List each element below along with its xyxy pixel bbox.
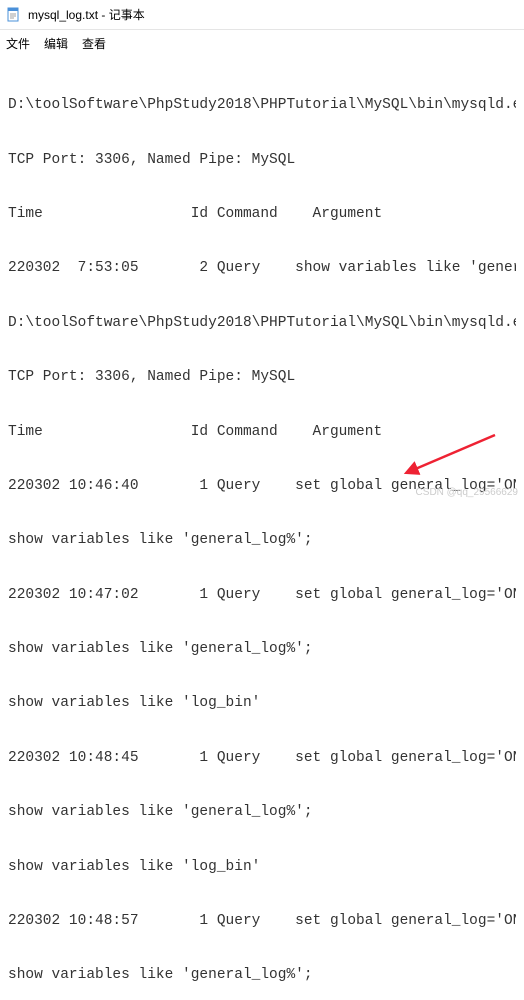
log-line: TCP Port: 3306, Named Pipe: MySQL <box>8 151 516 169</box>
log-line: show variables like 'general_log%'; <box>8 531 516 549</box>
text-content[interactable]: D:\toolSoftware\PhpStudy2018\PHPTutorial… <box>0 56 524 1000</box>
log-line: 220302 10:47:02 1 Query set global gener… <box>8 586 516 604</box>
menubar: 文件 编辑 查看 <box>0 30 524 56</box>
notepad-icon <box>6 7 22 23</box>
titlebar: mysql_log.txt - 记事本 <box>0 0 524 30</box>
log-line: show variables like 'general_log%'; <box>8 640 516 658</box>
log-line: 220302 10:48:57 1 Query set global gener… <box>8 912 516 930</box>
window-title: mysql_log.txt - 记事本 <box>28 6 145 23</box>
menu-edit[interactable]: 编辑 <box>44 35 68 52</box>
log-line: show variables like 'log_bin' <box>8 858 516 876</box>
watermark: CSDN @qq_29566629 <box>416 487 518 498</box>
log-line: D:\toolSoftware\PhpStudy2018\PHPTutorial… <box>8 96 516 114</box>
log-line: 220302 7:53:05 2 Query show variables li… <box>8 259 516 277</box>
log-line: Time Id Command Argument <box>8 423 516 441</box>
log-line: show variables like 'general_log%'; <box>8 803 516 821</box>
log-line: TCP Port: 3306, Named Pipe: MySQL <box>8 368 516 386</box>
log-line: Time Id Command Argument <box>8 205 516 223</box>
log-line: D:\toolSoftware\PhpStudy2018\PHPTutorial… <box>8 314 516 332</box>
log-line: show variables like 'general_log%'; <box>8 966 516 984</box>
log-line: show variables like 'log_bin' <box>8 694 516 712</box>
menu-view[interactable]: 查看 <box>82 35 106 52</box>
menu-file[interactable]: 文件 <box>6 35 30 52</box>
log-line: 220302 10:48:45 1 Query set global gener… <box>8 749 516 767</box>
